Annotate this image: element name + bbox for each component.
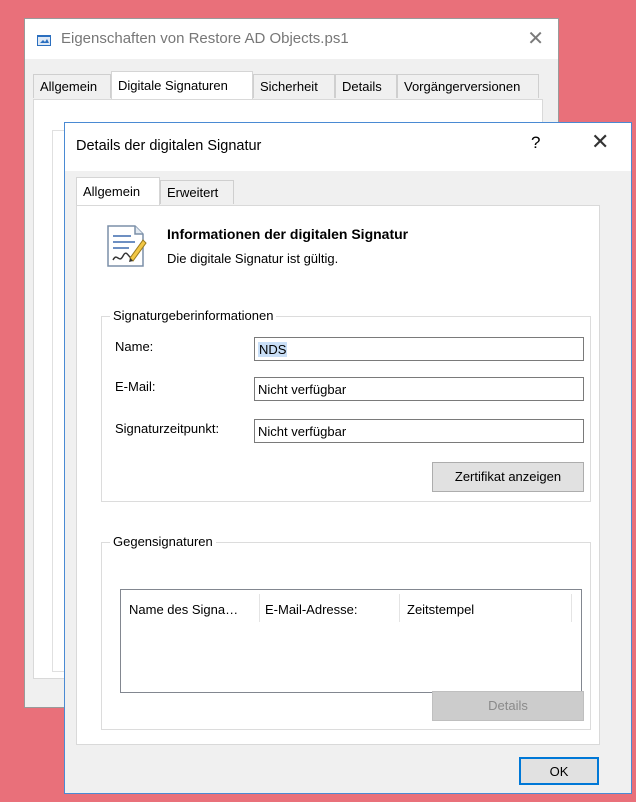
countersig-group-label: Gegensignaturen [110,534,216,549]
dialog-titlebar: Details der digitalen Signatur ? ✕ [65,123,631,171]
dialog-close-button[interactable]: ✕ [591,129,609,155]
column-separator [399,594,400,622]
info-title: Informationen der digitalen Signatur [167,226,409,242]
properties-title: Eigenschaften von Restore AD Objects.ps1 [61,30,349,47]
ps1-file-icon [37,35,51,46]
ok-button[interactable]: OK [519,757,599,785]
name-label: Name: [115,339,154,354]
column-header-email[interactable]: E-Mail-Adresse: [265,602,357,617]
dialog-title: Details der digitalen Signatur [76,138,262,154]
email-label: E-Mail: [115,379,156,394]
tab-digitale-signaturen[interactable]: Digitale Signaturen [111,71,253,99]
tab-erweitert[interactable]: Erweitert [160,180,234,204]
view-certificate-button[interactable]: Zertifikat anzeigen [432,462,584,492]
name-field[interactable]: NDS [254,337,584,361]
details-button[interactable]: Details [432,691,584,721]
column-separator [259,594,260,622]
signer-group-label: Signaturgeberinformationen [110,308,277,323]
column-separator [571,594,572,622]
column-header-name[interactable]: Name des Signa… [129,602,238,617]
signer-info-group: Signaturgeberinformationen Name: NDS E-M… [101,308,591,502]
timestamp-label: Signaturzeitpunkt: [115,421,220,436]
tab-allgemein[interactable]: Allgemein [33,74,111,98]
properties-titlebar: Eigenschaften von Restore AD Objects.ps1… [25,19,558,59]
tab-details[interactable]: Details [335,74,397,98]
close-icon[interactable]: ✕ [527,26,544,51]
countersignatures-group: Gegensignaturen Name des Signa… E-Mail-A… [101,534,591,730]
tab-vorgaengerversionen[interactable]: Vorgängerversionen [397,74,539,98]
name-value: NDS [258,342,288,357]
tab-allgemein[interactable]: Allgemein [76,177,160,205]
signature-details-dialog: Details der digitalen Signatur ? ✕ Allge… [64,122,632,794]
countersignatures-list[interactable]: Name des Signa… E-Mail-Adresse: Zeitstem… [120,589,582,693]
column-header-timestamp[interactable]: Zeitstempel [407,602,474,617]
signed-document-icon [107,225,147,267]
tab-sicherheit[interactable]: Sicherheit [253,74,335,98]
timestamp-field[interactable]: Nicht verfügbar [254,419,584,443]
signature-status: Die digitale Signatur ist gültig. [167,251,339,266]
general-panel: Informationen der digitalen Signatur Die… [76,205,600,745]
email-field[interactable]: Nicht verfügbar [254,377,584,401]
help-button[interactable]: ? [531,133,540,153]
